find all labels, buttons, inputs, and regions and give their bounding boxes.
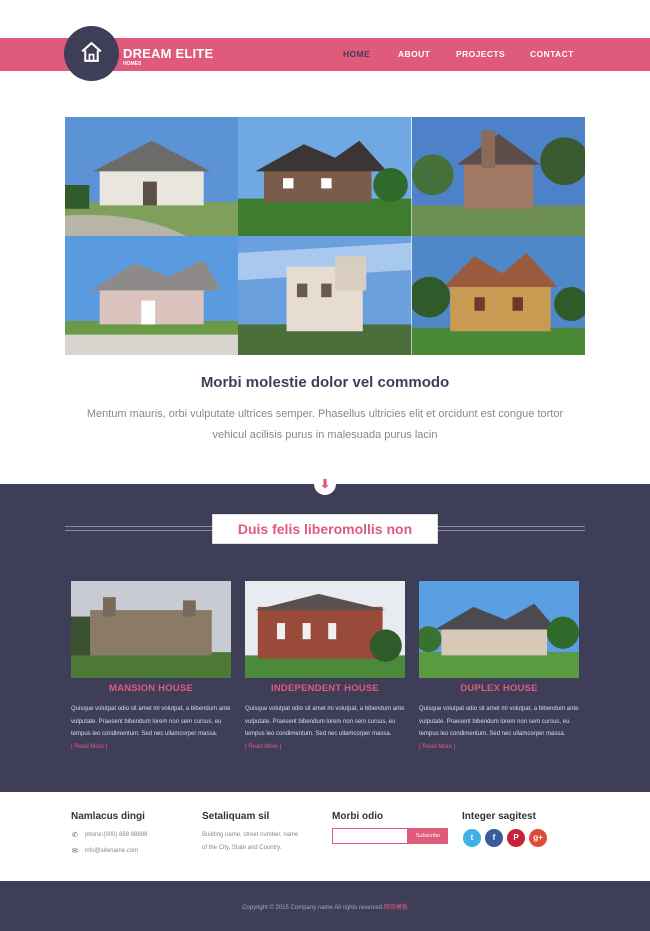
facebook-icon[interactable]: f [485,829,503,847]
house-card: INDEPENDENT HOUSE Quisque volutpat odio … [245,581,405,750]
card-photo[interactable] [245,581,405,678]
twitter-icon[interactable]: t [463,829,481,847]
footer-address-line1: Building name, street number, name [202,832,299,838]
card-text: Quisque volutpat odio sit amet mi volutp… [419,706,579,737]
footer-address-line2: of the City, State and Country. [202,845,282,851]
read-more-link[interactable]: [ Read More ] [245,744,405,750]
section-heading: Duis felis liberomollis non [213,515,437,543]
card-title: INDEPENDENT HOUSE [271,683,379,694]
nav-about[interactable]: ABOUT [398,49,430,59]
footer-email[interactable]: info@sitename.com [85,848,138,854]
read-more-link[interactable]: [ Read More ] [419,744,579,750]
google-plus-icon[interactable]: g+ [529,829,547,847]
divider [65,530,213,531]
mail-icon: ✉ [72,848,78,855]
gallery-photo[interactable] [238,236,412,355]
card-text: Quisque volutpat odio sit amet mi volutp… [71,706,231,737]
divider [65,526,213,527]
read-more-link[interactable]: [ Read More ] [71,744,231,750]
footer-phone: phone:(000) 888 88888 [85,832,148,838]
copyright: Copyright © 2015 Company name All rights… [0,902,650,911]
copyright-link[interactable]: 网页模板 [384,905,408,911]
house-card: MANSION HOUSE Quisque volutpat odio sit … [71,581,231,750]
house-gallery [65,117,585,355]
copyright-text: Copyright © 2015 Company name All rights… [242,905,384,911]
intro-title: Morbi molestie dolor vel commodo [200,374,450,391]
scroll-down-icon[interactable]: ⬇ [314,473,336,495]
card-title: MANSION HOUSE [109,683,193,694]
phone-icon: ✆ [72,832,78,839]
brand-subtitle: HOMES [123,61,142,67]
nav-projects[interactable]: PROJECTS [456,49,505,59]
divider [437,530,585,531]
intro-text: Mentum mauris, orbi vulputate ultrices s… [86,408,564,441]
footer-col4-title: Integer sagitest [462,811,536,822]
pinterest-icon[interactable]: P [507,829,525,847]
footer-col3-title: Morbi odio [332,811,384,822]
house-card: DUPLEX HOUSE Quisque volutpat odio sit a… [419,581,579,750]
gallery-photo[interactable] [65,117,239,236]
card-photo[interactable] [71,581,231,678]
subscribe-button[interactable]: Subscribe [408,828,448,844]
divider [437,526,585,527]
gallery-photo[interactable] [238,117,412,236]
footer-col2-title: Setaliquam sil [202,811,270,822]
logo[interactable] [64,26,119,81]
brand-name[interactable]: DREAM ELITE [123,46,213,61]
gallery-photo[interactable] [411,236,585,355]
card-photo[interactable] [419,581,579,678]
nav-contact[interactable]: CONTACT [530,49,574,59]
subscribe-email-input[interactable] [332,828,408,844]
footer-col1-title: Namlacus dingi [71,811,145,822]
home-icon [81,41,102,62]
card-text: Quisque volutpat odio sit amet mi volutp… [245,706,405,737]
card-title: DUPLEX HOUSE [460,683,538,694]
gallery-photo[interactable] [65,236,239,355]
gallery-photo[interactable] [411,117,585,236]
nav-home[interactable]: HOME [343,49,370,59]
